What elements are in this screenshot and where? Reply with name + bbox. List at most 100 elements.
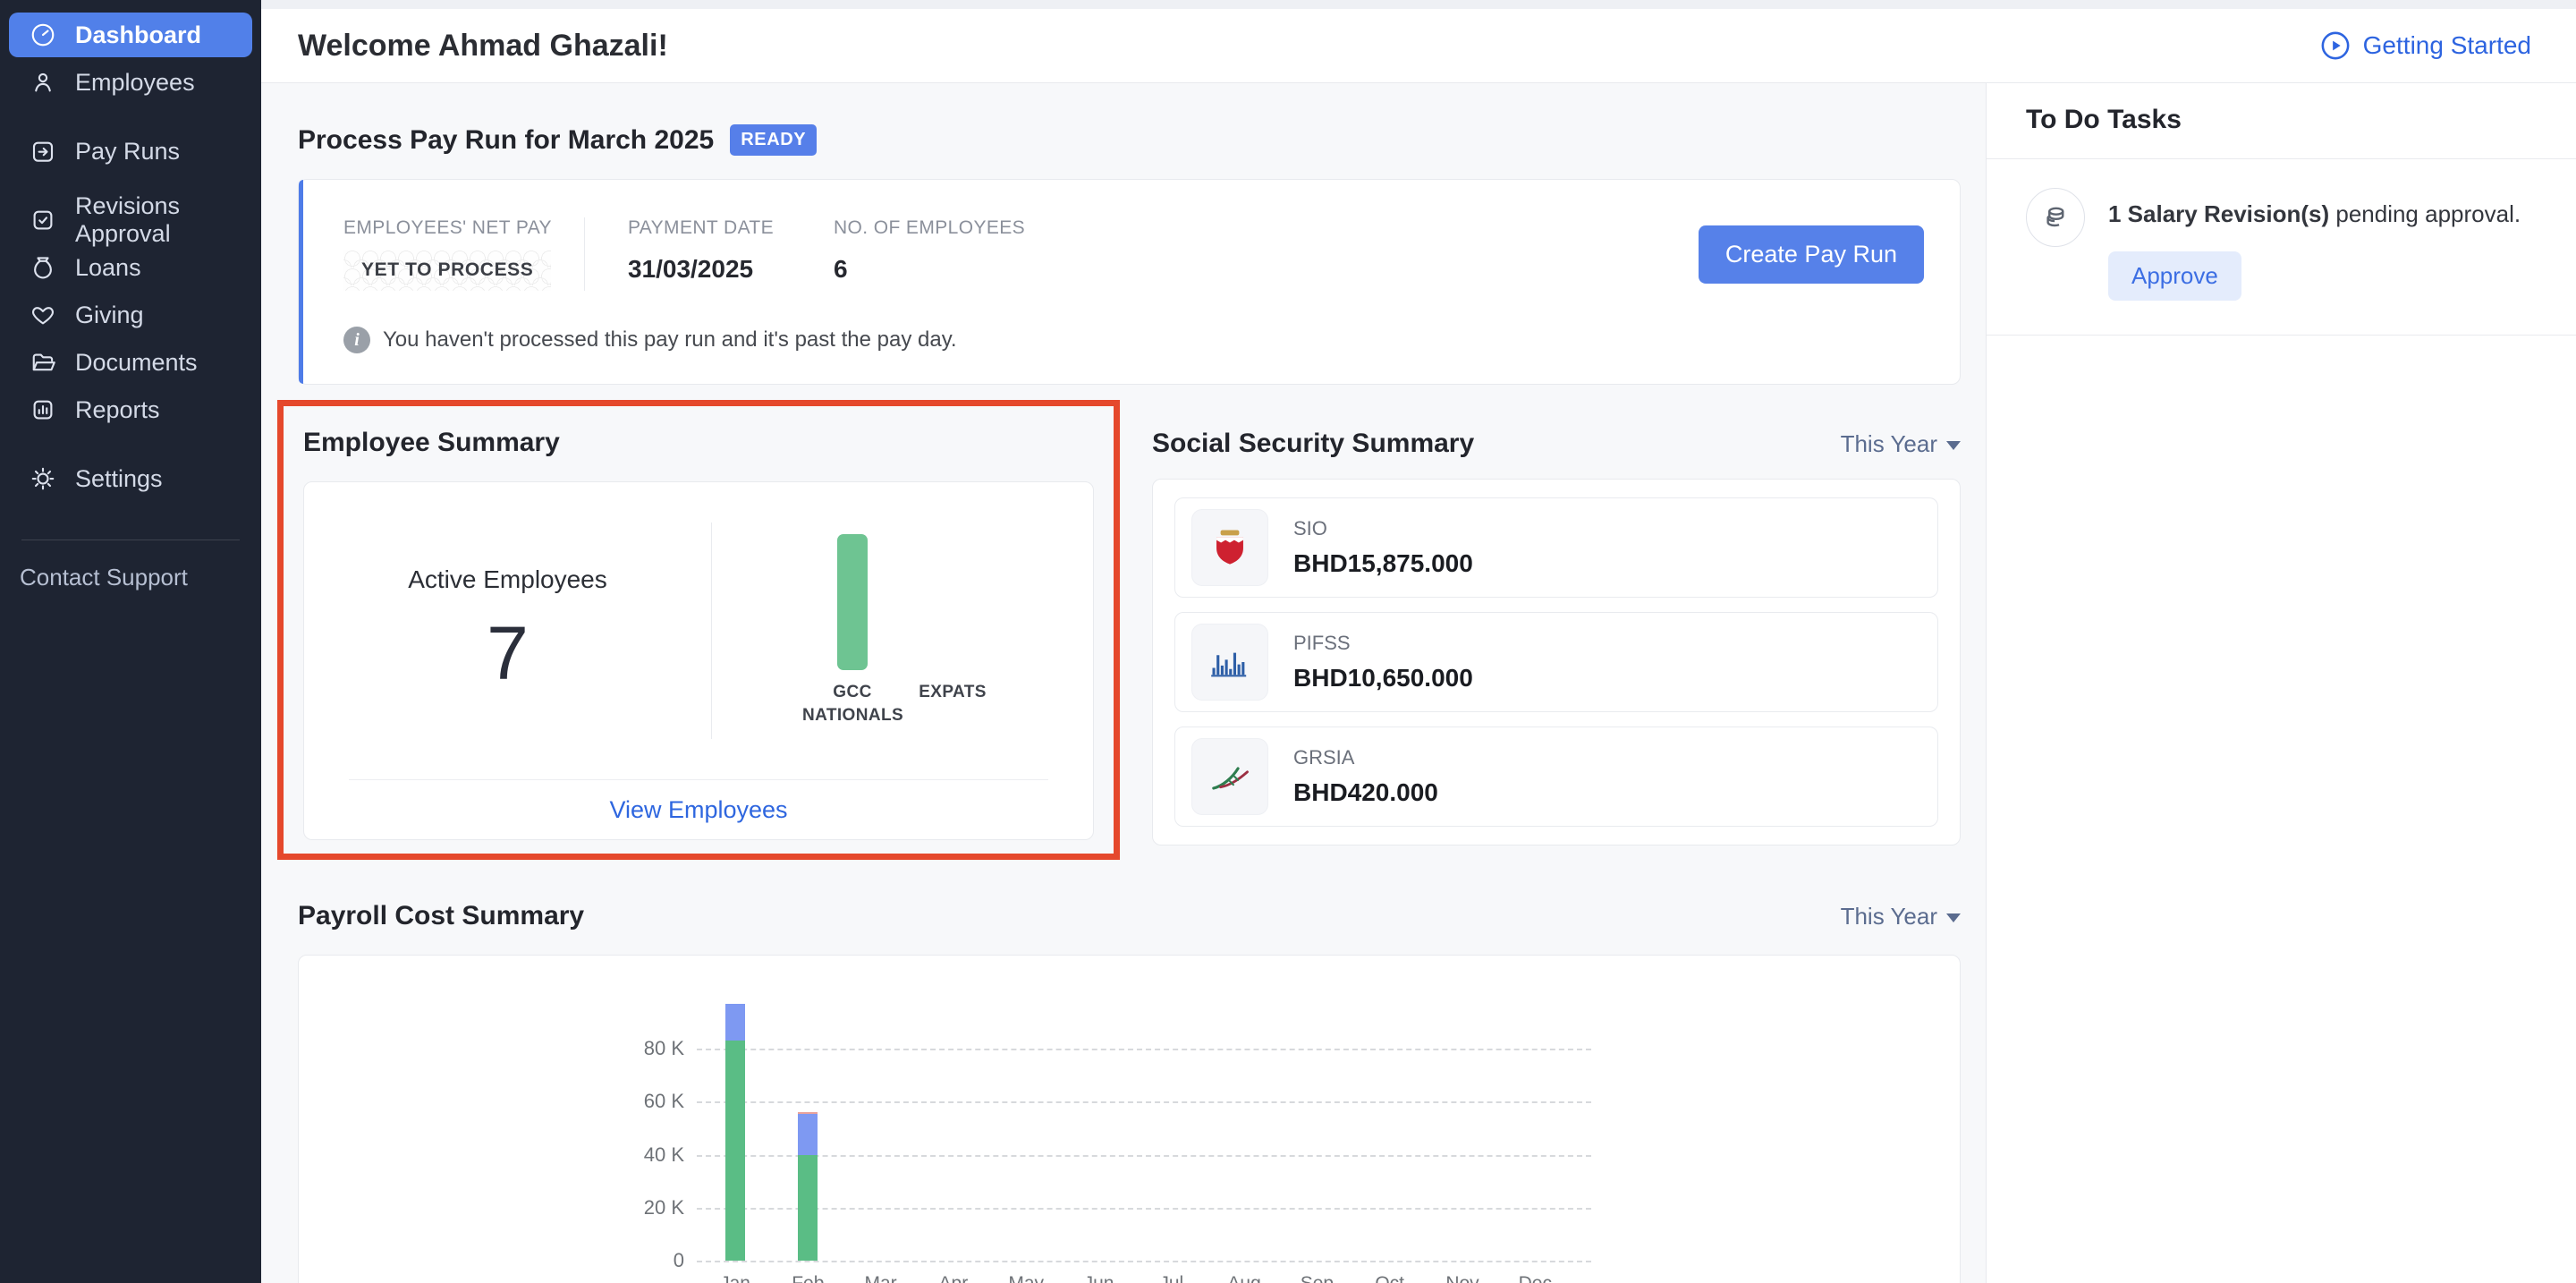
employee-bar-slot: GCC NATIONALS — [802, 534, 902, 726]
sio-icon — [1191, 509, 1268, 586]
bar-segment-blue — [798, 1114, 818, 1155]
x-axis-tick: Oct2025 — [1350, 1271, 1430, 1283]
pifss-icon — [1191, 624, 1268, 701]
gridline — [697, 1155, 1591, 1157]
todo-task-item: 1 Salary Revision(s) pending approval. A… — [1987, 159, 2576, 336]
social-security-card: SIO BHD15,875.000 — [1152, 479, 1961, 845]
gridline — [697, 1049, 1591, 1050]
payrun-note: i You haven't processed this pay run and… — [343, 327, 1924, 353]
sidebar-item-settings[interactable]: Settings — [9, 456, 252, 501]
payment-date-stat: PAYMENT DATE 31/03/2025 — [628, 217, 834, 284]
employee-bar — [837, 534, 868, 670]
employee-summary-title: Employee Summary — [303, 428, 1094, 458]
x-axis-tick: Nov2025 — [1422, 1271, 1503, 1283]
payrun-title: Process Pay Run for March 2025 — [298, 125, 714, 156]
sidebar-item-label: Loans — [75, 254, 141, 282]
getting-started-link[interactable]: Getting Started — [2320, 30, 2531, 61]
view-employees-link[interactable]: View Employees — [609, 796, 787, 824]
stat-divider — [584, 217, 585, 291]
revisions-approval-icon — [29, 206, 57, 234]
net-pay-label: EMPLOYEES' NET PAY — [343, 217, 552, 239]
play-icon — [2320, 30, 2351, 61]
coins-icon — [2026, 188, 2085, 247]
payrun-section-header: Process Pay Run for March 2025 READY — [298, 124, 1961, 156]
sio-label: SIO — [1293, 517, 1473, 540]
sidebar-item-documents[interactable]: Documents — [9, 340, 252, 385]
contact-support-link[interactable]: Contact Support — [9, 564, 252, 591]
active-employees-block: Active Employees 7 — [304, 482, 711, 779]
x-axis-tick: Apr2025 — [913, 1271, 994, 1283]
page-title: Welcome Ahmad Ghazali! — [298, 29, 668, 64]
list-item-pifss: PIFSS BHD10,650.000 — [1174, 612, 1938, 712]
sidebar: Dashboard Employees Pay Runs Revisions A… — [0, 0, 261, 1283]
sidebar-item-label: Giving — [75, 302, 144, 329]
status-badge: READY — [730, 124, 817, 156]
social-security-section: Social Security Summary This Year — [1152, 400, 1961, 845]
employee-count-stat: NO. OF EMPLOYEES 6 — [834, 217, 1039, 284]
sidebar-item-label: Dashboard — [75, 21, 201, 49]
social-security-period-dropdown[interactable]: This Year — [1841, 430, 1961, 458]
grsia-icon — [1191, 738, 1268, 815]
create-pay-run-button[interactable]: Create Pay Run — [1699, 225, 1924, 284]
main-content: Process Pay Run for March 2025 READY EMP… — [261, 83, 1986, 1283]
payrun-card: EMPLOYEES' NET PAY YET TO PROCESS PAYMEN… — [298, 179, 1961, 385]
x-axis-tick: Jan2025 — [695, 1271, 775, 1283]
sio-amount: BHD15,875.000 — [1293, 549, 1473, 578]
payroll-title: Payroll Cost Summary — [298, 901, 584, 931]
employee-bar-slot: EXPATS — [902, 534, 1003, 726]
net-pay-chip: YET TO PROCESS — [343, 250, 551, 291]
sidebar-item-label: Settings — [75, 465, 163, 493]
y-axis-tick: 60 K — [607, 1090, 684, 1113]
employee-count-value: 6 — [834, 255, 1039, 284]
list-item-grsia: GRSIA BHD420.000 — [1174, 726, 1938, 827]
chevron-down-icon — [1946, 913, 1961, 922]
reports-icon — [29, 395, 57, 424]
bar-segment-blue — [725, 1004, 745, 1041]
y-axis-tick: 40 K — [607, 1143, 684, 1167]
grsia-amount: BHD420.000 — [1293, 778, 1438, 807]
sidebar-item-revisions-approval[interactable]: Revisions Approval — [9, 198, 252, 242]
sidebar-item-label: Reports — [75, 396, 160, 424]
employee-summary-card: Active Employees 7 GCC NATIONALS EXPATS — [303, 481, 1094, 840]
sidebar-item-employees[interactable]: Employees — [9, 60, 252, 105]
payroll-chart-card: 020 K40 K60 K80 KJan2025Feb2025Mar2025Ap… — [298, 955, 1961, 1283]
payment-date-label: PAYMENT DATE — [628, 217, 834, 239]
net-pay-stat: EMPLOYEES' NET PAY YET TO PROCESS — [343, 217, 552, 291]
payroll-period-dropdown[interactable]: This Year — [1841, 903, 1961, 930]
sidebar-item-dashboard[interactable]: Dashboard — [9, 13, 252, 57]
chevron-down-icon — [1946, 441, 1961, 450]
y-axis-tick: 0 — [607, 1249, 684, 1272]
sidebar-item-giving[interactable]: Giving — [9, 293, 252, 337]
loans-icon — [29, 253, 57, 282]
x-axis-tick: Dec2025 — [1495, 1271, 1575, 1283]
x-axis-tick: Feb2025 — [767, 1271, 848, 1283]
app-root: Dashboard Employees Pay Runs Revisions A… — [0, 0, 2576, 1283]
sidebar-item-loans[interactable]: Loans — [9, 245, 252, 290]
list-item-sio: SIO BHD15,875.000 — [1174, 497, 1938, 598]
employees-icon — [29, 68, 57, 97]
bar-segment-red — [798, 1112, 818, 1114]
employee-bar-chart: GCC NATIONALS EXPATS — [802, 534, 1003, 726]
x-axis-tick: Sep2025 — [1276, 1271, 1357, 1283]
gridline — [697, 1261, 1591, 1262]
page-header: Welcome Ahmad Ghazali! Getting Started — [261, 9, 2576, 83]
pay-runs-icon — [29, 137, 57, 166]
x-axis-tick: Aug2025 — [1204, 1271, 1284, 1283]
employee-summary-highlight: Employee Summary Active Employees 7 GCC … — [277, 400, 1120, 860]
documents-icon — [29, 348, 57, 377]
info-icon: i — [343, 327, 370, 353]
x-axis-tick: Mar2025 — [841, 1271, 921, 1283]
approve-button[interactable]: Approve — [2108, 251, 2241, 301]
sidebar-item-label: Revisions Approval — [75, 192, 240, 248]
sidebar-item-pay-runs[interactable]: Pay Runs — [9, 129, 252, 174]
grsia-label: GRSIA — [1293, 746, 1438, 769]
settings-icon — [29, 464, 57, 493]
employee-bar-label: EXPATS — [919, 681, 987, 704]
sidebar-item-label: Employees — [75, 69, 195, 97]
todo-title: To Do Tasks — [2026, 105, 2537, 135]
payroll-bar-chart: 020 K40 K60 K80 KJan2025Feb2025Mar2025Ap… — [697, 991, 1591, 1261]
sidebar-item-label: Pay Runs — [75, 138, 180, 166]
sidebar-item-reports[interactable]: Reports — [9, 387, 252, 432]
y-axis-tick: 20 K — [607, 1196, 684, 1219]
giving-icon — [29, 301, 57, 329]
